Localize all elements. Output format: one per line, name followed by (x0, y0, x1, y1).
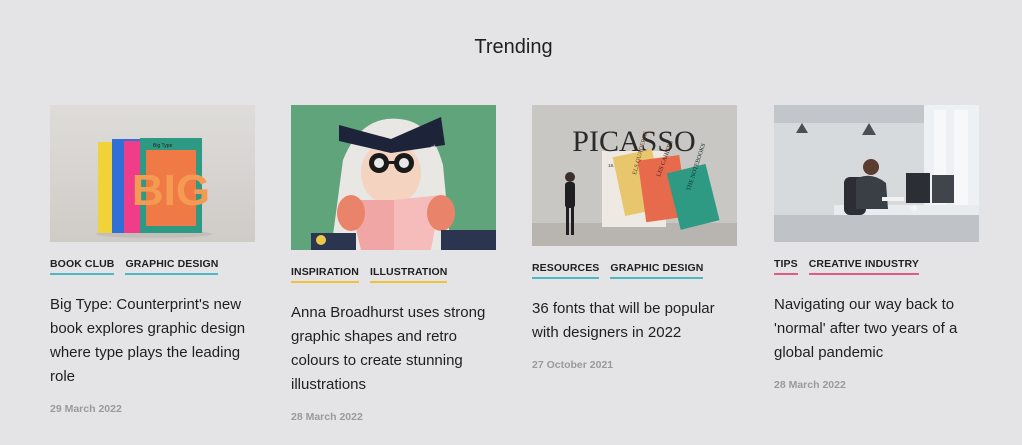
article-date: 28 March 2022 (291, 411, 363, 423)
article-card-36-fonts[interactable]: PICASSO 18.10.2023 - 3.4.2023 ELS QUADER… (532, 105, 737, 371)
tag-illustration[interactable]: ILLUSTRATION (370, 266, 448, 283)
tag-graphic-design[interactable]: GRAPHIC DESIGN (610, 262, 704, 279)
book-covers-image: BIG Big Type (50, 105, 255, 242)
article-date: 27 October 2021 (532, 359, 614, 371)
article-date: 29 March 2022 (50, 403, 122, 415)
article-headline[interactable]: Navigating our way back to 'normal' afte… (774, 293, 979, 365)
article-card-anna-broadhurst[interactable]: THE IMPOSSIBLE INSPIRATION ILLUSTRATION … (291, 105, 496, 423)
tag-book-club[interactable]: BOOK CLUB (50, 258, 115, 275)
tag-creative-industry[interactable]: CREATIVE INDUSTRY (808, 258, 919, 275)
tag-inspiration[interactable]: INSPIRATION (291, 266, 359, 283)
article-card-navigating-normal[interactable]: TIPS CREATIVE INDUSTRY Navigating our wa… (774, 105, 979, 391)
book-title-text: BIG (132, 166, 210, 215)
section-title: Trending (474, 36, 553, 58)
tag-tips[interactable]: TIPS (774, 258, 798, 275)
office-photo-image (774, 105, 979, 242)
picasso-poster-image: PICASSO 18.10.2023 - 3.4.2023 ELS QUADER… (532, 105, 737, 246)
tag-graphic-design[interactable]: GRAPHIC DESIGN (125, 258, 219, 275)
article-headline[interactable]: Anna Broadhurst uses strong graphic shap… (291, 301, 491, 397)
illustration-image: THE IMPOSSIBLE (291, 105, 496, 250)
tag-resources[interactable]: RESOURCES (532, 262, 600, 279)
article-headline[interactable]: 36 fonts that will be popular with desig… (532, 297, 732, 345)
article-thumbnail[interactable] (774, 105, 979, 242)
book-small-title: Big Type (153, 143, 173, 149)
article-card-big-type[interactable]: BIG Big Type BOOK CLUB GRAPHIC DESIGN Bi… (50, 105, 255, 415)
article-thumbnail[interactable]: BIG Big Type (50, 105, 255, 242)
article-thumbnail[interactable]: PICASSO 18.10.2023 - 3.4.2023 ELS QUADER… (532, 105, 737, 246)
article-thumbnail[interactable]: THE IMPOSSIBLE (291, 105, 496, 250)
article-date: 28 March 2022 (774, 379, 846, 391)
article-headline[interactable]: Big Type: Counterprint's new book explor… (50, 293, 250, 389)
